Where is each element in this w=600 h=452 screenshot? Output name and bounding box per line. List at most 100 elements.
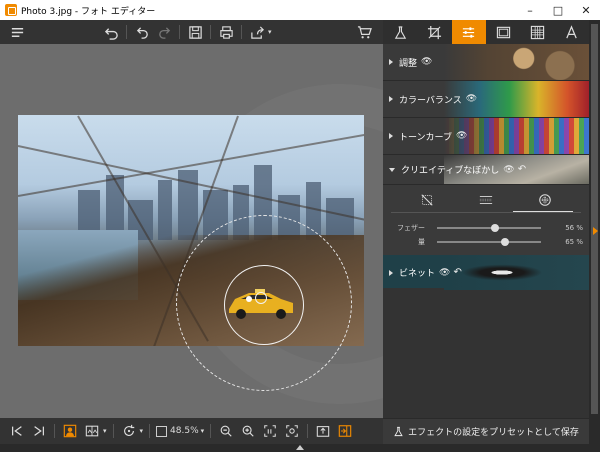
section-label: クリエイティブなぼかし [401, 166, 500, 176]
canvas-area[interactable] [0, 44, 383, 418]
blur-inner-ring[interactable] [224, 265, 304, 345]
panel-empty-area [383, 288, 589, 418]
section-label: トーンカーブ [399, 132, 453, 143]
blur-center-handle[interactable] [255, 292, 267, 304]
expand-arrow-icon [389, 96, 393, 102]
toolbar-divider [179, 25, 180, 39]
feather-slider-row: フェザー 56 % [383, 221, 589, 235]
fit-to-screen-button[interactable] [281, 420, 303, 442]
flask-icon [394, 25, 406, 39]
save-preset-button[interactable]: エフェクトの設定をプリセットとして保存 [383, 418, 589, 444]
amount-slider-knob[interactable] [500, 238, 509, 246]
undo-all-button[interactable] [100, 21, 122, 43]
redo-button[interactable] [153, 21, 175, 43]
tab-frames[interactable] [486, 20, 520, 44]
visibility-eye-icon[interactable]: 👁 [439, 268, 450, 278]
amount-value: 65 % [565, 238, 583, 246]
maximize-button[interactable]: □ [544, 0, 572, 20]
panel-collapse-arrow-icon[interactable] [593, 227, 598, 235]
panel-toggle-button[interactable] [334, 420, 356, 442]
tab-crop[interactable] [417, 20, 451, 44]
tab-text[interactable] [555, 20, 589, 44]
crop-icon [427, 25, 442, 39]
cart-button[interactable] [353, 21, 375, 43]
visibility-eye-icon[interactable]: 👁 [503, 165, 514, 175]
section-label: ビネット [399, 269, 436, 279]
active-tool-indicator [513, 211, 573, 212]
actual-size-button[interactable] [259, 420, 281, 442]
feather-slider[interactable] [437, 224, 541, 232]
chevron-down-icon[interactable]: ▾ [103, 427, 107, 435]
undo-button[interactable] [131, 21, 153, 43]
toolbar-divider [307, 424, 309, 438]
collapse-strip[interactable] [0, 444, 600, 452]
first-image-button[interactable] [6, 420, 28, 442]
visibility-eye-icon[interactable]: 👁 [421, 57, 432, 67]
feather-slider-knob[interactable] [491, 224, 500, 232]
gears-thumbnail [444, 44, 589, 80]
menu-button[interactable] [6, 21, 28, 43]
zoom-display[interactable]: 48.5% ▾ [156, 425, 205, 437]
print-button[interactable] [215, 21, 237, 43]
portrait-mode-button[interactable] [59, 420, 81, 442]
amount-label: 量 [418, 238, 425, 246]
blur-mode-tools [383, 185, 589, 215]
visibility-eye-icon[interactable]: 👁 [456, 131, 467, 141]
close-button[interactable]: ✕ [572, 0, 600, 20]
linear-blur-icon[interactable] [479, 193, 493, 207]
title-bar: Photo 3.jpg - フォト エディター – □ ✕ [0, 0, 600, 20]
minimize-button[interactable]: – [516, 0, 544, 20]
reset-undo-icon[interactable]: ↶ [453, 267, 461, 278]
undo-all-icon [104, 27, 118, 40]
print-icon [219, 25, 233, 39]
feather-label: フェザー [397, 224, 425, 232]
rotate-button[interactable] [118, 420, 140, 442]
fit-screen-icon [286, 425, 298, 437]
redo-icon [158, 26, 170, 39]
tab-adjustments[interactable] [451, 20, 486, 44]
panel-toggle-icon [338, 425, 352, 437]
chevron-down-icon[interactable]: ▾ [140, 427, 144, 435]
radial-blur-icon[interactable] [538, 193, 552, 207]
app-logo-icon [5, 4, 17, 16]
section-vignette[interactable]: ビネット 👁 ↶ [383, 255, 589, 291]
zoom-out-button[interactable] [215, 420, 237, 442]
compare-button[interactable] [81, 420, 103, 442]
vignette-thumbnail [444, 255, 589, 290]
portrait-icon [63, 424, 77, 438]
amount-slider[interactable] [437, 238, 541, 246]
save-icon [188, 25, 202, 39]
chevron-down-icon[interactable]: ▾ [201, 427, 205, 435]
reset-undo-icon[interactable]: ↶ [518, 164, 526, 175]
cart-icon [357, 25, 372, 38]
toolbar-divider [149, 424, 151, 438]
export-button[interactable] [312, 420, 334, 442]
section-creative-blur[interactable]: クリエイティブなぼかし 👁 ↶ [383, 155, 589, 185]
actual-size-icon [264, 425, 276, 437]
tab-effects[interactable] [383, 20, 417, 44]
section-tone-curve[interactable]: トーンカーブ 👁 [383, 118, 589, 155]
next-image-button[interactable] [28, 420, 50, 442]
toolbar-divider [210, 25, 211, 39]
tab-textures[interactable] [520, 20, 554, 44]
save-button[interactable] [184, 21, 206, 43]
zoom-in-button[interactable] [237, 420, 259, 442]
blur-drag-handle[interactable] [246, 296, 252, 302]
panel-tabs [383, 20, 589, 44]
feather-value: 56 % [565, 224, 583, 232]
share-icon [250, 25, 264, 39]
share-button[interactable] [246, 21, 268, 43]
toolbar-divider [210, 424, 212, 438]
no-blur-icon[interactable] [420, 193, 434, 207]
section-adjust[interactable]: 調整 👁 [383, 44, 589, 81]
expand-up-icon[interactable] [296, 445, 304, 450]
chevron-down-icon[interactable]: ▾ [268, 28, 272, 36]
visibility-eye-icon[interactable]: 👁 [466, 94, 477, 104]
main-toolbar: ▾ [0, 20, 383, 44]
scrollbar-thumb[interactable] [591, 24, 598, 414]
toolbar-divider [112, 424, 114, 438]
export-icon [316, 426, 330, 437]
flask-icon [394, 426, 403, 437]
section-color-balance[interactable]: カラーバランス 👁 [383, 81, 589, 118]
rotate-icon [123, 424, 134, 436]
